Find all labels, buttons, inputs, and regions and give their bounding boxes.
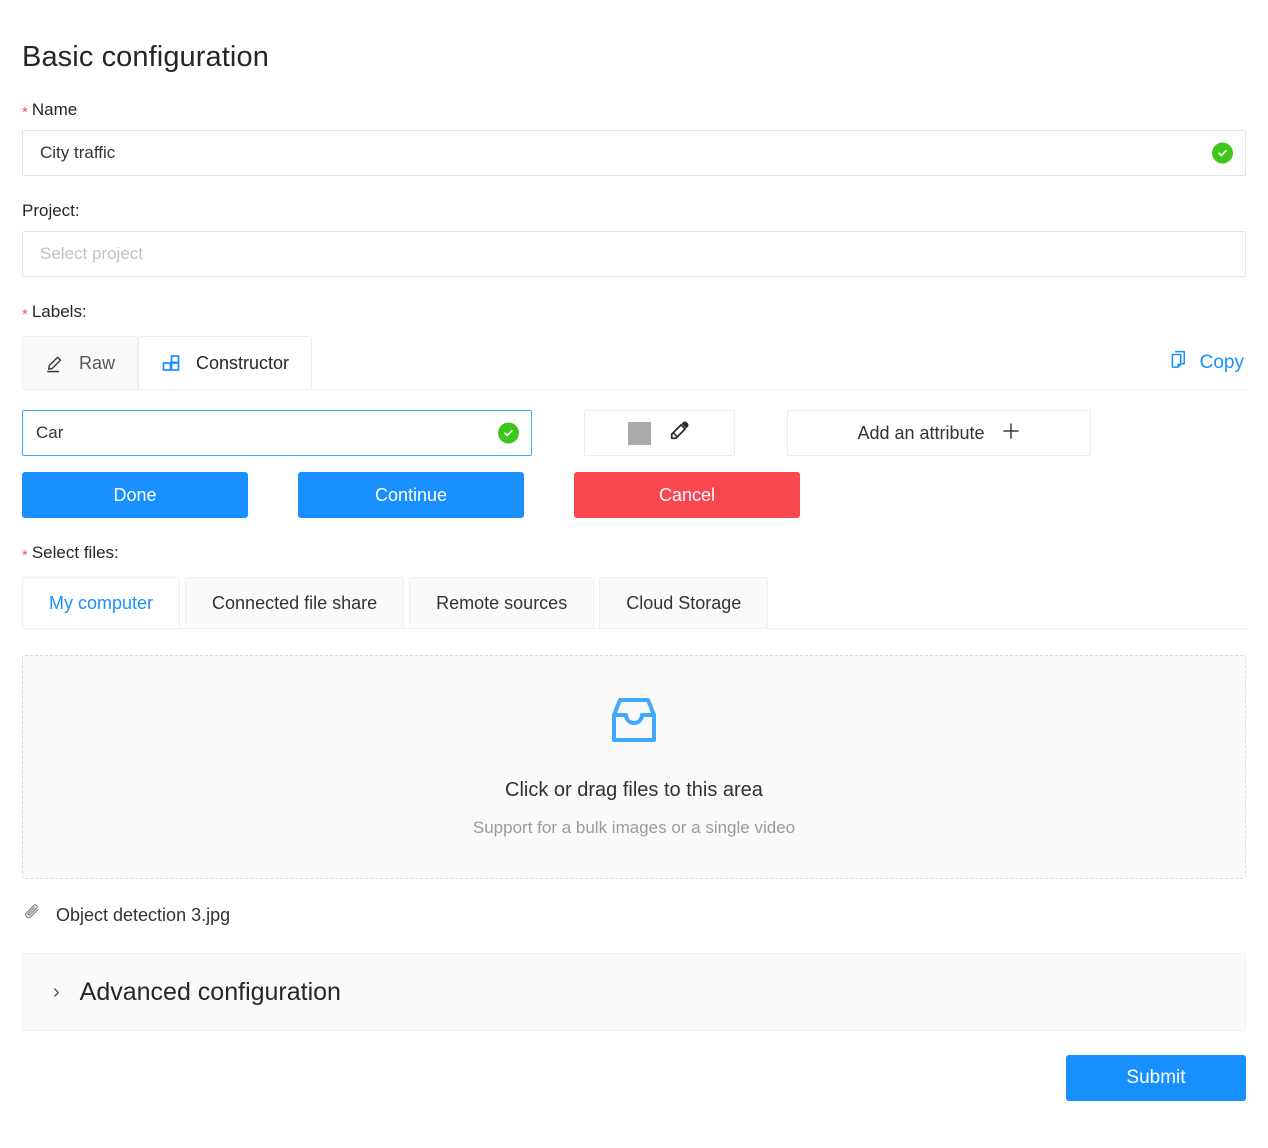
label-name-input[interactable]	[22, 410, 532, 457]
page-title: Basic configuration	[22, 41, 269, 73]
paperclip-icon	[22, 902, 43, 928]
tab-constructor-label: Constructor	[196, 353, 290, 374]
tab-connected-file-share[interactable]: Connected file share	[185, 577, 405, 630]
required-asterisk: *	[22, 103, 28, 121]
tab-remote-sources[interactable]: Remote sources	[409, 577, 595, 630]
advanced-configuration-title: Advanced configuration	[79, 977, 341, 1006]
eyedropper-icon	[668, 419, 691, 447]
project-field-label: Project:	[22, 200, 80, 220]
label-color-picker[interactable]	[584, 410, 735, 457]
tab-raw-label: Raw	[79, 353, 116, 374]
add-attribute-button[interactable]: Add an attribute	[787, 410, 1091, 457]
check-circle-icon	[1212, 142, 1233, 164]
label-constructor-row: Add an attribute	[22, 410, 1246, 457]
cancel-button[interactable]: Cancel	[574, 472, 800, 519]
tab-my-computer[interactable]: My computer	[22, 577, 181, 630]
labels-editor-tabs: Raw Constructor Copy	[22, 332, 1246, 391]
labels-label-text: Labels:	[31, 301, 87, 321]
tab-cloud-storage[interactable]: Cloud Storage	[599, 577, 769, 630]
labels-field-label: * Labels:	[22, 301, 1246, 323]
dropzone-title: Click or drag files to this area	[505, 779, 763, 802]
copy-button[interactable]: Copy	[1162, 348, 1246, 390]
copy-icon	[1168, 349, 1189, 376]
project-input-wrapper	[22, 230, 1246, 277]
label-actions: Done Continue Cancel	[22, 472, 1246, 519]
select-files-label: * Select files:	[22, 542, 1246, 564]
chevron-right-icon: ›	[53, 981, 60, 1004]
attached-file-item[interactable]: Object detection 3.jpg	[22, 901, 1246, 929]
select-files-label-text: Select files:	[31, 543, 119, 563]
attached-file-name: Object detection 3.jpg	[56, 904, 231, 925]
inbox-tray-icon	[608, 696, 660, 751]
tab-raw[interactable]: Raw	[22, 336, 139, 391]
file-tabs-baseline	[22, 628, 1246, 630]
pencil-icon	[45, 353, 66, 374]
submit-button[interactable]: Submit	[1066, 1055, 1246, 1102]
tab-constructor[interactable]: Constructor	[138, 336, 313, 391]
file-source-tabs: My computer Connected file share Remote …	[22, 573, 1246, 630]
continue-button[interactable]: Continue	[298, 472, 524, 519]
name-label-text: Name	[31, 99, 78, 119]
blocks-icon	[161, 353, 183, 375]
check-circle-icon	[498, 422, 519, 444]
copy-button-label: Copy	[1199, 351, 1244, 373]
project-select-input[interactable]	[22, 230, 1246, 277]
tabs-baseline	[22, 389, 1246, 391]
name-input[interactable]	[22, 129, 1246, 176]
name-input-wrapper	[22, 129, 1246, 176]
color-swatch	[628, 421, 651, 445]
file-dropzone[interactable]: Click or drag files to this area Support…	[22, 655, 1246, 880]
submit-row: Submit	[22, 1055, 1246, 1102]
done-button[interactable]: Done	[22, 472, 248, 519]
dropzone-hint: Support for a bulk images or a single vi…	[472, 818, 796, 838]
advanced-configuration-panel[interactable]: › Advanced configuration	[22, 953, 1246, 1032]
required-asterisk: *	[22, 305, 28, 323]
label-name-wrapper	[22, 410, 532, 457]
basic-configuration-form: Basic configuration *Name Project: *Labe…	[0, 0, 1268, 1148]
plus-icon	[1001, 421, 1021, 446]
add-attribute-label: Add an attribute	[857, 422, 985, 443]
required-asterisk: *	[22, 547, 28, 565]
name-field-label: * Name	[22, 99, 1246, 121]
